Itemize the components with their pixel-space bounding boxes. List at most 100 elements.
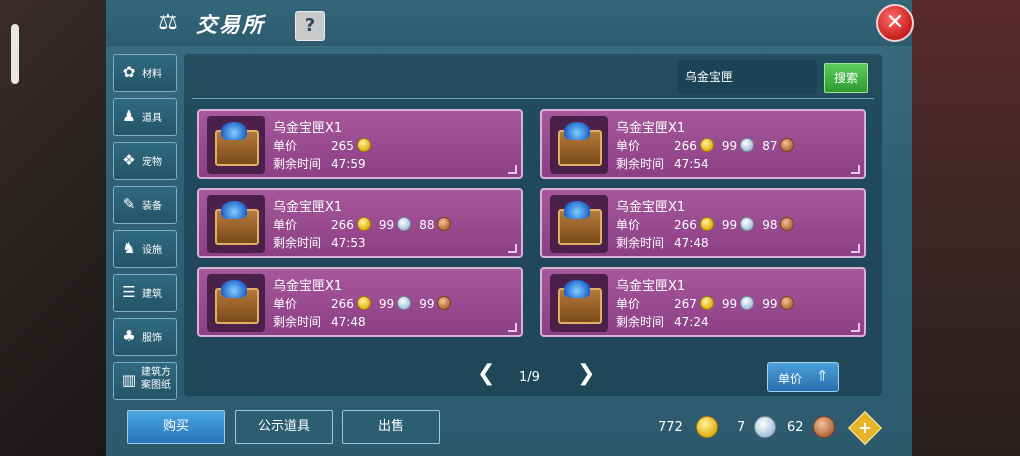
listing-card[interactable]: 乌金宝匣X1 单价 265 剩余时间 47:59 xyxy=(197,109,523,179)
next-page-button[interactable]: ❯ xyxy=(577,363,595,385)
corner-mark xyxy=(851,165,860,174)
time-row: 剩余时间 47:53 xyxy=(273,234,366,251)
item-name: 乌金宝匣X1 xyxy=(273,200,343,215)
time-label: 剩余时间 xyxy=(273,236,322,250)
gold-coin-icon xyxy=(356,296,371,310)
price-label: 单价 xyxy=(273,218,298,232)
side-drag-handle[interactable] xyxy=(11,24,19,84)
item-name: 乌金宝匣X1 xyxy=(616,279,686,294)
gold-coin-icon xyxy=(699,217,714,231)
window-title: 交易所 xyxy=(196,13,265,37)
item-name: 乌金宝匣X1 xyxy=(273,279,343,294)
sidebar-item-building[interactable]: ☰ 建筑 xyxy=(113,274,177,312)
sidebar-item-equipment[interactable]: ✎ 装备 xyxy=(113,186,177,224)
price-label: 单价 xyxy=(616,218,641,232)
copper-amount: 99 xyxy=(762,297,778,311)
materials-icon: ✿ xyxy=(122,63,136,81)
plus-icon: + xyxy=(858,418,872,437)
sidebar-item-pets[interactable]: ❖ 宠物 xyxy=(113,142,177,180)
prev-page-button[interactable]: ❮ xyxy=(477,363,495,385)
scales-icon: ⚖ xyxy=(158,10,178,35)
copper-amount: 88 xyxy=(419,218,435,232)
title-bar: ⚖ 交易所 ? ✕ xyxy=(106,0,914,46)
page-indicator: 1/9 xyxy=(519,370,540,385)
add-currency-button[interactable]: + xyxy=(848,411,882,445)
treasure-chest-icon xyxy=(550,116,608,174)
help-button[interactable]: ? xyxy=(295,11,325,41)
silver-balance: 7 xyxy=(737,420,746,435)
facility-icon: ♞ xyxy=(122,239,136,257)
sort-label: 单价 xyxy=(778,372,803,386)
treasure-chest-icon xyxy=(207,116,265,174)
listing-card[interactable]: 乌金宝匣X1 单价 266 99 98 剩余时间 47:48 xyxy=(540,188,866,258)
copper-coin-icon xyxy=(813,416,835,438)
price-label: 单价 xyxy=(616,139,641,153)
price-row: 单价 267 99 99 xyxy=(616,295,802,312)
time-label: 剩余时间 xyxy=(273,157,322,171)
gold-coin-icon xyxy=(699,138,714,152)
listing-card[interactable]: 乌金宝匣X1 单价 266 99 88 剩余时间 47:53 xyxy=(197,188,523,258)
silver-coin-icon xyxy=(740,296,755,310)
silver-amount: 99 xyxy=(378,218,395,232)
time-remaining: 47:48 xyxy=(331,315,366,329)
listing-card[interactable]: 乌金宝匣X1 单价 266 99 87 剩余时间 47:54 xyxy=(540,109,866,179)
sidebar-item-clothing[interactable]: ♣ 服饰 xyxy=(113,318,177,356)
sidebar-item-label: 建筑 xyxy=(142,289,162,300)
sidebar-item-label: 设施 xyxy=(142,245,162,256)
equipment-icon: ✎ xyxy=(122,195,136,213)
close-button[interactable]: ✕ xyxy=(876,4,914,42)
background-right xyxy=(912,0,1020,456)
time-row: 剩余时间 47:59 xyxy=(273,155,366,172)
sidebar-item-items[interactable]: ♟ 道具 xyxy=(113,98,177,136)
gold-amount: 266 xyxy=(674,218,697,232)
divider xyxy=(192,98,874,99)
clothing-icon: ♣ xyxy=(122,327,136,345)
price-row: 单价 266 99 99 xyxy=(273,295,459,312)
sidebar-item-blueprint[interactable]: ▥ 建筑方案图纸 xyxy=(113,362,177,400)
sort-up-icon: ⇑ xyxy=(816,367,829,385)
listing-card[interactable]: 乌金宝匣X1 单价 266 99 99 剩余时间 47:48 xyxy=(197,267,523,337)
exchange-window: ⚖ 交易所 ? ✕ ✿ 材料 ♟ 道具 ❖ 宠物 ✎ 装备 ♞ 设施 ☰ 建筑 xyxy=(106,0,914,456)
time-row: 剩余时间 47:54 xyxy=(616,155,709,172)
copper-coin-icon xyxy=(437,296,452,310)
treasure-chest-icon xyxy=(207,274,265,332)
item-icon: ♟ xyxy=(122,107,136,125)
copper-coin-icon xyxy=(780,138,795,152)
treasure-chest-icon xyxy=(207,195,265,253)
sidebar-item-label: 建筑方案图纸 xyxy=(141,367,171,391)
sidebar-item-materials[interactable]: ✿ 材料 xyxy=(113,54,177,92)
gold-coin-icon xyxy=(356,138,371,152)
gold-amount: 265 xyxy=(331,139,354,153)
time-row: 剩余时间 47:24 xyxy=(616,313,709,330)
price-label: 单价 xyxy=(273,139,298,153)
buy-tab-button[interactable]: 购买 xyxy=(127,410,225,444)
copper-coin-icon xyxy=(437,217,452,231)
copper-coin-icon xyxy=(780,296,795,310)
listing-card[interactable]: 乌金宝匣X1 单价 267 99 99 剩余时间 47:24 xyxy=(540,267,866,337)
corner-mark xyxy=(851,244,860,253)
time-remaining: 47:48 xyxy=(674,236,709,250)
silver-coin-icon xyxy=(397,296,412,310)
blueprint-icon: ▥ xyxy=(121,371,137,389)
search-button[interactable]: 搜索 xyxy=(824,63,868,93)
corner-mark xyxy=(508,244,517,253)
gold-amount: 266 xyxy=(331,218,354,232)
gold-coin-icon xyxy=(356,217,371,231)
gold-amount: 267 xyxy=(674,297,697,311)
sort-by-price-button[interactable]: 单价 ⇑ xyxy=(767,362,839,392)
time-remaining: 47:53 xyxy=(331,236,366,250)
silver-amount: 99 xyxy=(378,297,395,311)
copper-balance: 62 xyxy=(787,420,804,435)
gold-amount: 266 xyxy=(331,297,354,311)
gold-amount: 266 xyxy=(674,139,697,153)
time-remaining: 47:59 xyxy=(331,157,366,171)
copper-coin-icon xyxy=(780,217,795,231)
sidebar-item-label: 材料 xyxy=(142,69,162,80)
time-row: 剩余时间 47:48 xyxy=(616,234,709,251)
sell-tab-button[interactable]: 出售 xyxy=(342,410,440,444)
silver-coin-icon xyxy=(740,217,755,231)
item-name: 乌金宝匣X1 xyxy=(616,121,686,136)
search-input[interactable]: 乌金宝匣 xyxy=(677,60,817,94)
sidebar-item-facility[interactable]: ♞ 设施 xyxy=(113,230,177,268)
public-items-tab-button[interactable]: 公示道具 xyxy=(235,410,333,444)
